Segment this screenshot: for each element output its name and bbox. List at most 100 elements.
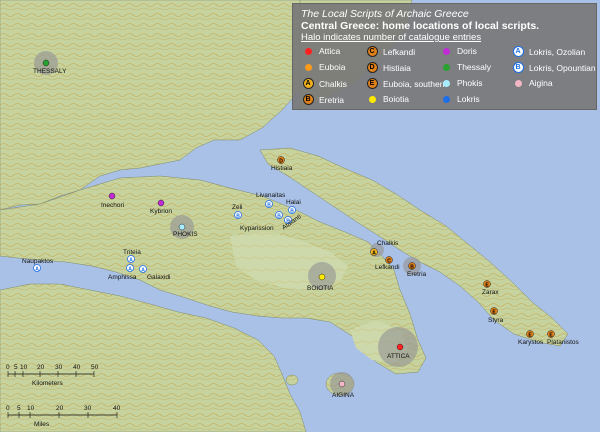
label-zarax: Zarax bbox=[482, 289, 499, 296]
label-thessaly: THESSALY bbox=[33, 68, 67, 75]
legend-label: Chalkis bbox=[319, 78, 347, 89]
legend-label: Lefkandi bbox=[383, 46, 416, 57]
legend-item: B Eretria bbox=[301, 94, 344, 105]
svg-text:30: 30 bbox=[55, 364, 63, 371]
legend-item: C Lefkandi bbox=[365, 46, 415, 57]
legend-subtitle: Central Greece: home locations of local … bbox=[301, 20, 540, 32]
label-zeli: Zeli bbox=[232, 204, 242, 211]
svg-text:B: B bbox=[267, 202, 271, 208]
legend-item: Thessaly bbox=[439, 62, 491, 72]
legend-item: A Chalkis bbox=[301, 78, 347, 89]
legend-symbol-icon bbox=[439, 63, 453, 71]
label-karystos: Karystos bbox=[518, 339, 544, 346]
svg-text:30: 30 bbox=[84, 405, 92, 412]
legend-item: B Lokris, Opountian bbox=[511, 62, 596, 73]
legend-symbol-icon bbox=[439, 95, 453, 103]
svg-text:0: 0 bbox=[6, 364, 10, 371]
legend-panel: The Local Scripts of Archaic Greece Cent… bbox=[292, 3, 597, 110]
svg-text:10: 10 bbox=[20, 364, 28, 371]
marker-attica[interactable] bbox=[396, 343, 404, 351]
svg-text:B: B bbox=[277, 213, 281, 219]
legend-grid: Attica Euboia A Chalkis B Eretria C Lefkandi D Hi… bbox=[301, 46, 596, 116]
label-chalkis: Chalkis bbox=[377, 240, 399, 247]
svg-text:20: 20 bbox=[37, 364, 45, 371]
label-triteia: Triteia bbox=[123, 249, 141, 256]
svg-text:B: B bbox=[236, 213, 240, 219]
label-amphissa: Amphissa bbox=[108, 274, 137, 281]
legend-label: Aigina bbox=[529, 78, 553, 88]
legend-label: Euboia, southern bbox=[383, 78, 448, 89]
legend-label: Lokris bbox=[457, 94, 480, 104]
svg-text:5: 5 bbox=[14, 364, 18, 371]
legend-symbol-icon: C bbox=[365, 46, 379, 57]
svg-text:A: A bbox=[35, 266, 39, 272]
svg-text:A: A bbox=[128, 266, 132, 272]
legend-symbol-icon bbox=[511, 79, 525, 87]
land-salamis bbox=[285, 374, 299, 386]
legend-item: D Histiaia bbox=[365, 62, 411, 73]
legend-symbol-icon: D bbox=[365, 62, 379, 73]
legend-symbol-icon bbox=[439, 79, 453, 87]
svg-text:20: 20 bbox=[56, 405, 64, 412]
legend-title: The Local Scripts of Archaic Greece bbox=[301, 8, 469, 20]
legend-label: Phokis bbox=[457, 78, 483, 88]
label-boiotia: BOIOTIA bbox=[307, 285, 334, 292]
marker-thessaly[interactable] bbox=[42, 59, 50, 67]
legend-symbol-icon: A bbox=[511, 46, 525, 57]
legend-item: Doris bbox=[439, 46, 477, 56]
legend-item: Phokis bbox=[439, 78, 483, 88]
label-naupaktos: Naupaktos bbox=[22, 258, 54, 265]
legend-item: E Euboia, southern bbox=[365, 78, 447, 89]
legend-symbol-icon: E bbox=[365, 78, 379, 89]
legend-label: Lokris, Opountian bbox=[529, 62, 596, 73]
legend-item: Boiotia bbox=[365, 94, 409, 104]
svg-text:40: 40 bbox=[73, 364, 81, 371]
svg-text:Kilometers: Kilometers bbox=[32, 380, 63, 387]
legend-symbol-icon bbox=[301, 47, 315, 55]
svg-text:5: 5 bbox=[17, 405, 21, 412]
marker-inechori[interactable] bbox=[108, 192, 116, 200]
label-histiaia: Histiaia bbox=[271, 165, 293, 172]
legend-symbol-icon: B bbox=[301, 94, 315, 105]
legend-label: Thessaly bbox=[457, 62, 492, 72]
svg-text:D: D bbox=[279, 158, 283, 164]
legend-label: Doris bbox=[457, 46, 477, 56]
legend-symbol-icon bbox=[301, 63, 315, 71]
svg-text:B: B bbox=[290, 208, 294, 214]
marker-phokis[interactable] bbox=[178, 223, 186, 231]
label-lefkandi: Lefkandi bbox=[375, 264, 400, 271]
label-livanaitas: Livanaitas bbox=[256, 192, 286, 199]
label-platanistos: Platanistos bbox=[547, 339, 580, 346]
svg-text:B: B bbox=[410, 264, 414, 270]
legend-label: Attica bbox=[319, 46, 341, 56]
label-kyparission: Kyparission bbox=[240, 225, 274, 232]
svg-text:50: 50 bbox=[91, 364, 99, 371]
legend-label: Euboia bbox=[319, 62, 346, 72]
label-galaxidi: Galaxidi bbox=[147, 274, 170, 281]
svg-text:40: 40 bbox=[113, 405, 121, 412]
legend-symbol-icon: A bbox=[301, 78, 315, 89]
legend-item: Lokris bbox=[439, 94, 480, 104]
legend-label: Histiaia bbox=[383, 62, 411, 73]
label-kybrion: Kybrion bbox=[150, 208, 172, 215]
marker-kybrion[interactable] bbox=[157, 199, 165, 207]
legend-symbol-icon bbox=[365, 95, 379, 103]
legend-note: Halo indicates number of catalogue entri… bbox=[301, 32, 482, 43]
svg-text:A: A bbox=[141, 267, 145, 273]
legend-symbol-icon: B bbox=[511, 62, 525, 73]
label-phokis: PHOKIS bbox=[173, 231, 198, 238]
marker-aigina[interactable] bbox=[338, 380, 346, 388]
legend-item: A Lokris, Ozolian bbox=[511, 46, 585, 57]
legend-label: Boiotia bbox=[383, 94, 409, 104]
legend-symbol-icon bbox=[439, 47, 453, 55]
label-attica: ATTICA bbox=[387, 353, 410, 360]
marker-boiotia[interactable] bbox=[318, 273, 326, 281]
label-inechori: Inechori bbox=[101, 202, 124, 209]
label-halai: Halai bbox=[286, 199, 301, 206]
legend-item: Euboia bbox=[301, 62, 345, 72]
legend-label: Eretria bbox=[319, 94, 345, 105]
legend-item: Aigina bbox=[511, 78, 553, 88]
legend-item: Attica bbox=[301, 46, 340, 56]
label-styra: Styra bbox=[488, 317, 504, 324]
svg-text:10: 10 bbox=[27, 405, 35, 412]
